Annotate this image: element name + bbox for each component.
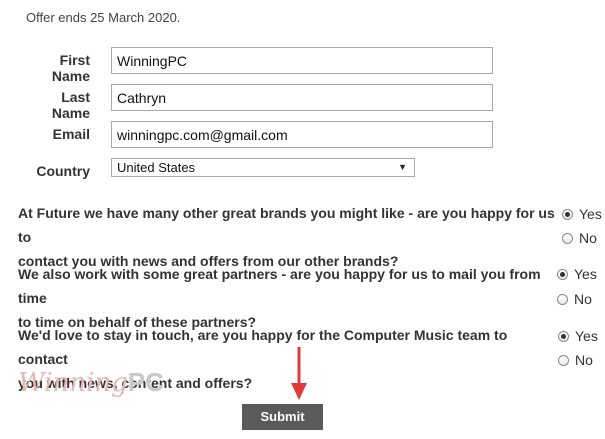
radio-label: No	[574, 291, 592, 307]
radio-label: Yes	[574, 266, 597, 282]
email-input[interactable]	[111, 121, 493, 148]
question-line: We also work with some great partners - …	[18, 266, 541, 306]
radio-q1-no[interactable]: No	[562, 230, 597, 246]
radio-label: No	[575, 352, 593, 368]
first-name-input[interactable]	[111, 47, 493, 74]
last-name-label: Last Name	[51, 89, 90, 121]
radio-label: Yes	[575, 328, 598, 344]
country-label: Country	[36, 163, 90, 179]
radio-q1-yes[interactable]: Yes	[562, 206, 602, 222]
radio-q3-no[interactable]: No	[558, 352, 593, 368]
question-line: We'd love to stay in touch, are you happ…	[18, 327, 508, 367]
radio-q2-yes[interactable]: Yes	[557, 266, 597, 282]
radio-checked-icon	[558, 330, 569, 342]
question-line: At Future we have many other great brand…	[18, 205, 555, 245]
last-name-input[interactable]	[111, 84, 493, 111]
watermark-script: Winning	[18, 368, 128, 398]
radio-unchecked-icon	[558, 354, 569, 366]
radio-q3-yes[interactable]: Yes	[558, 328, 598, 344]
dropdown-arrow-icon: ▼	[398, 162, 407, 172]
email-label: Email	[52, 126, 90, 142]
watermark-logo: WinningPC	[18, 367, 164, 398]
radio-unchecked-icon	[562, 232, 573, 244]
radio-q2-no[interactable]: No	[557, 291, 592, 307]
radio-label: Yes	[579, 206, 602, 222]
country-select-value: United States	[117, 160, 196, 175]
radio-checked-icon	[557, 268, 568, 280]
radio-unchecked-icon	[557, 293, 568, 305]
submit-button[interactable]: Submit	[242, 404, 323, 430]
radio-checked-icon	[562, 208, 573, 220]
radio-label: No	[579, 230, 597, 246]
annotation-arrow-icon	[290, 347, 308, 404]
first-name-label: First Name	[51, 52, 90, 84]
watermark-suffix: PC	[127, 367, 164, 397]
country-select[interactable]: United States ▼	[111, 158, 415, 177]
offer-text: Offer ends 25 March 2020.	[26, 10, 181, 25]
